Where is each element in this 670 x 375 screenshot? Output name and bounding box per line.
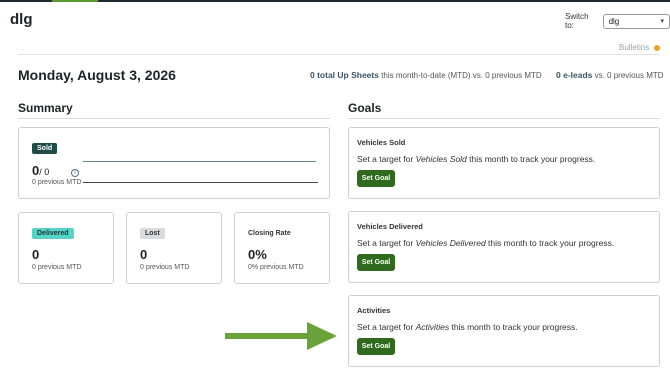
delivered-badge: Delivered — [32, 228, 74, 239]
bulletins-link[interactable]: Bulletins — [619, 43, 661, 52]
lost-previous: 0 previous MTD — [140, 264, 190, 271]
goal-text-suffix: this month to track your progress. — [466, 154, 596, 164]
delivered-previous: 0 previous MTD — [32, 264, 82, 271]
sold-badge: Sold — [32, 143, 58, 154]
goal-text-prefix: Set a target for — [357, 154, 416, 164]
set-goal-button[interactable]: Set Goal — [357, 338, 395, 355]
goal-title: Vehicles Sold — [357, 138, 406, 147]
sold-card: Sold 0/ 0 i 0 previous MTD — [18, 127, 330, 199]
app-title: dlg — [10, 11, 33, 28]
goals-divider — [348, 118, 660, 119]
notification-dot-icon — [654, 44, 661, 51]
info-icon[interactable]: i — [71, 169, 79, 177]
top-border — [0, 0, 670, 2]
goal-text-emphasis: Vehicles Delivered — [415, 238, 486, 248]
goal-text-suffix: this month to track your progress. — [449, 322, 578, 332]
goal-description: Set a target for Vehicles Sold this mont… — [357, 154, 595, 164]
switch-select-value: dlg — [608, 16, 620, 26]
goal-description: Set a target for Vehicles Delivered this… — [357, 238, 614, 248]
goal-card-vehicles-sold: Vehicles Sold Set a target for Vehicles … — [348, 127, 660, 199]
sold-target: / 0 — [39, 167, 50, 177]
goal-description: Set a target for Activities this month t… — [357, 322, 578, 332]
sold-baseline — [83, 182, 318, 183]
closing-rate-previous: 0% previous MTD — [248, 264, 304, 271]
chevron-down-icon: ▾ — [660, 18, 664, 25]
goal-title: Vehicles Delivered — [357, 222, 423, 231]
lost-value: 0 — [140, 247, 148, 262]
switch-label: Switch to: — [565, 12, 589, 30]
bulletins-label: Bulletins — [619, 43, 650, 52]
goal-text-prefix: Set a target for — [357, 322, 416, 332]
closing-rate-label: Closing Rate — [248, 230, 291, 237]
sold-progress-line — [83, 161, 316, 162]
sold-previous: 0 previous MTD — [32, 179, 82, 186]
header-divider — [18, 54, 660, 55]
summary-heading: Summary — [18, 101, 73, 115]
lost-badge: Lost — [140, 228, 165, 239]
delivered-card: Delivered 0 0 previous MTD — [18, 212, 114, 284]
upsheets-total: 0 total Up Sheets — [310, 70, 379, 80]
upsheets-detail: this month-to-date (MTD) vs. 0 previous … — [378, 71, 542, 80]
goal-card-vehicles-delivered: Vehicles Delivered Set a target for Vehi… — [348, 211, 660, 283]
goal-card-activities: Activities Set a target for Activities t… — [348, 295, 660, 367]
closing-rate-value: 0% — [248, 247, 267, 262]
switch-control: Switch to: dlg ▾ — [565, 12, 670, 30]
set-goal-button[interactable]: Set Goal — [357, 170, 395, 187]
page-title: Monday, August 3, 2026 — [18, 67, 176, 83]
sold-value: 0/ 0 — [32, 163, 49, 178]
lost-card: Lost 0 0 previous MTD — [126, 212, 222, 284]
switch-select[interactable]: dlg ▾ — [602, 13, 670, 29]
goal-text-prefix: Set a target for — [357, 238, 416, 248]
eleads-detail: vs. 0 previous MTD — [592, 71, 664, 80]
eleads-total: 0 e-leads — [556, 70, 593, 80]
summary-divider — [18, 118, 330, 119]
set-goal-button[interactable]: Set Goal — [357, 254, 395, 271]
eleads-summary: 0 e-leads vs. 0 previous MTD — [556, 70, 664, 80]
goals-heading: Goals — [348, 101, 382, 115]
goal-title: Activities — [357, 306, 391, 315]
top-border-accent — [52, 0, 98, 2]
goal-text-suffix: this month to track your progress. — [485, 238, 615, 248]
goal-text-emphasis: Vehicles Sold — [415, 154, 467, 164]
delivered-value: 0 — [32, 247, 40, 262]
pointer-arrow-icon — [225, 322, 337, 350]
upsheets-summary: 0 total Up Sheets this month-to-date (MT… — [310, 70, 542, 80]
goal-text-emphasis: Activities — [415, 322, 450, 332]
closing-rate-card: Closing Rate 0% 0% previous MTD — [234, 212, 330, 284]
